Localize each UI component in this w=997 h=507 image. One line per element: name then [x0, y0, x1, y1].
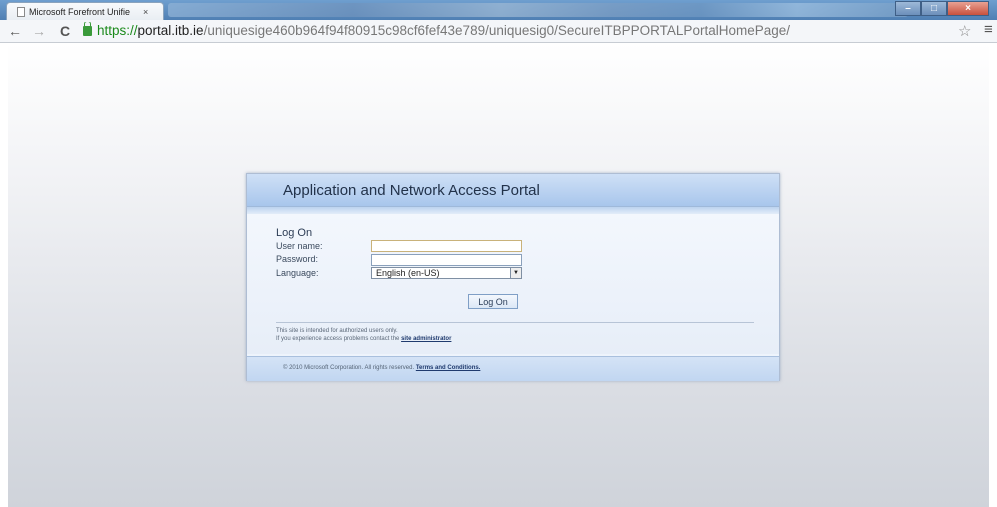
notice-line2: If you experience access problems contac…: [276, 336, 451, 342]
portal-header: Application and Network Access Portal: [247, 174, 779, 207]
footer-text: © 2010 Microsoft Corporation. All rights…: [283, 365, 480, 371]
notice-line2-text: If you experience access problems contac…: [276, 336, 402, 342]
notice-line1: This site is intended for authorized use…: [276, 328, 398, 334]
browser-tab[interactable]: Microsoft Forefront Unifie ×: [6, 2, 164, 20]
language-label: Language:: [276, 268, 319, 278]
tab-close-icon[interactable]: ×: [143, 7, 148, 17]
header-strip: [247, 207, 779, 214]
reload-icon[interactable]: C: [56, 22, 74, 40]
logon-heading: Log On: [276, 227, 313, 239]
browser-menu-icon[interactable]: ≡: [984, 21, 993, 38]
url-path: /uniquesige460b964f94f80915c98cf6fef43e7…: [203, 23, 790, 38]
language-selected: English (en-US): [376, 268, 440, 278]
terms-link[interactable]: Terms and Conditions.: [416, 365, 481, 371]
close-window-button[interactable]: ×: [947, 1, 989, 16]
page-background: Application and Network Access Portal Lo…: [8, 43, 989, 507]
chevron-down-icon: ▼: [510, 268, 521, 278]
maximize-button[interactable]: □: [921, 1, 947, 16]
browser-toolbar: ← → C https:// portal.itb.ie /uniquesige…: [0, 20, 997, 43]
password-input[interactable]: [371, 254, 522, 266]
window-controls: – □ ×: [895, 1, 989, 16]
lock-icon: [83, 22, 92, 36]
logon-form: Log On User name: Password: Language: En…: [247, 214, 779, 354]
username-input[interactable]: [371, 240, 522, 252]
logon-button[interactable]: Log On: [468, 294, 518, 309]
copyright-text: © 2010 Microsoft Corporation. All rights…: [283, 365, 416, 371]
language-select[interactable]: English (en-US) ▼: [371, 267, 522, 279]
back-icon[interactable]: ←: [6, 22, 24, 40]
login-portal-panel: Application and Network Access Portal Lo…: [246, 173, 780, 381]
site-administrator-link[interactable]: site administrator: [401, 336, 451, 342]
forward-icon[interactable]: →: [30, 22, 48, 40]
blurred-tabs: [168, 3, 908, 17]
portal-title: Application and Network Access Portal: [283, 182, 540, 199]
page-icon: [17, 6, 25, 17]
minimize-button[interactable]: –: [895, 1, 921, 16]
divider: [276, 322, 754, 323]
address-bar[interactable]: https:// portal.itb.ie /uniquesige460b96…: [83, 22, 941, 39]
url-host: portal.itb.ie: [137, 23, 204, 38]
tab-title: Microsoft Forefront Unifie: [29, 6, 131, 17]
browser-titlebar: Microsoft Forefront Unifie × – □ ×: [0, 0, 997, 20]
username-label: User name:: [276, 241, 323, 251]
bookmark-star-icon[interactable]: ☆: [958, 22, 971, 40]
url-scheme: https://: [97, 23, 138, 38]
portal-footer: © 2010 Microsoft Corporation. All rights…: [247, 356, 779, 381]
password-label: Password:: [276, 254, 319, 264]
